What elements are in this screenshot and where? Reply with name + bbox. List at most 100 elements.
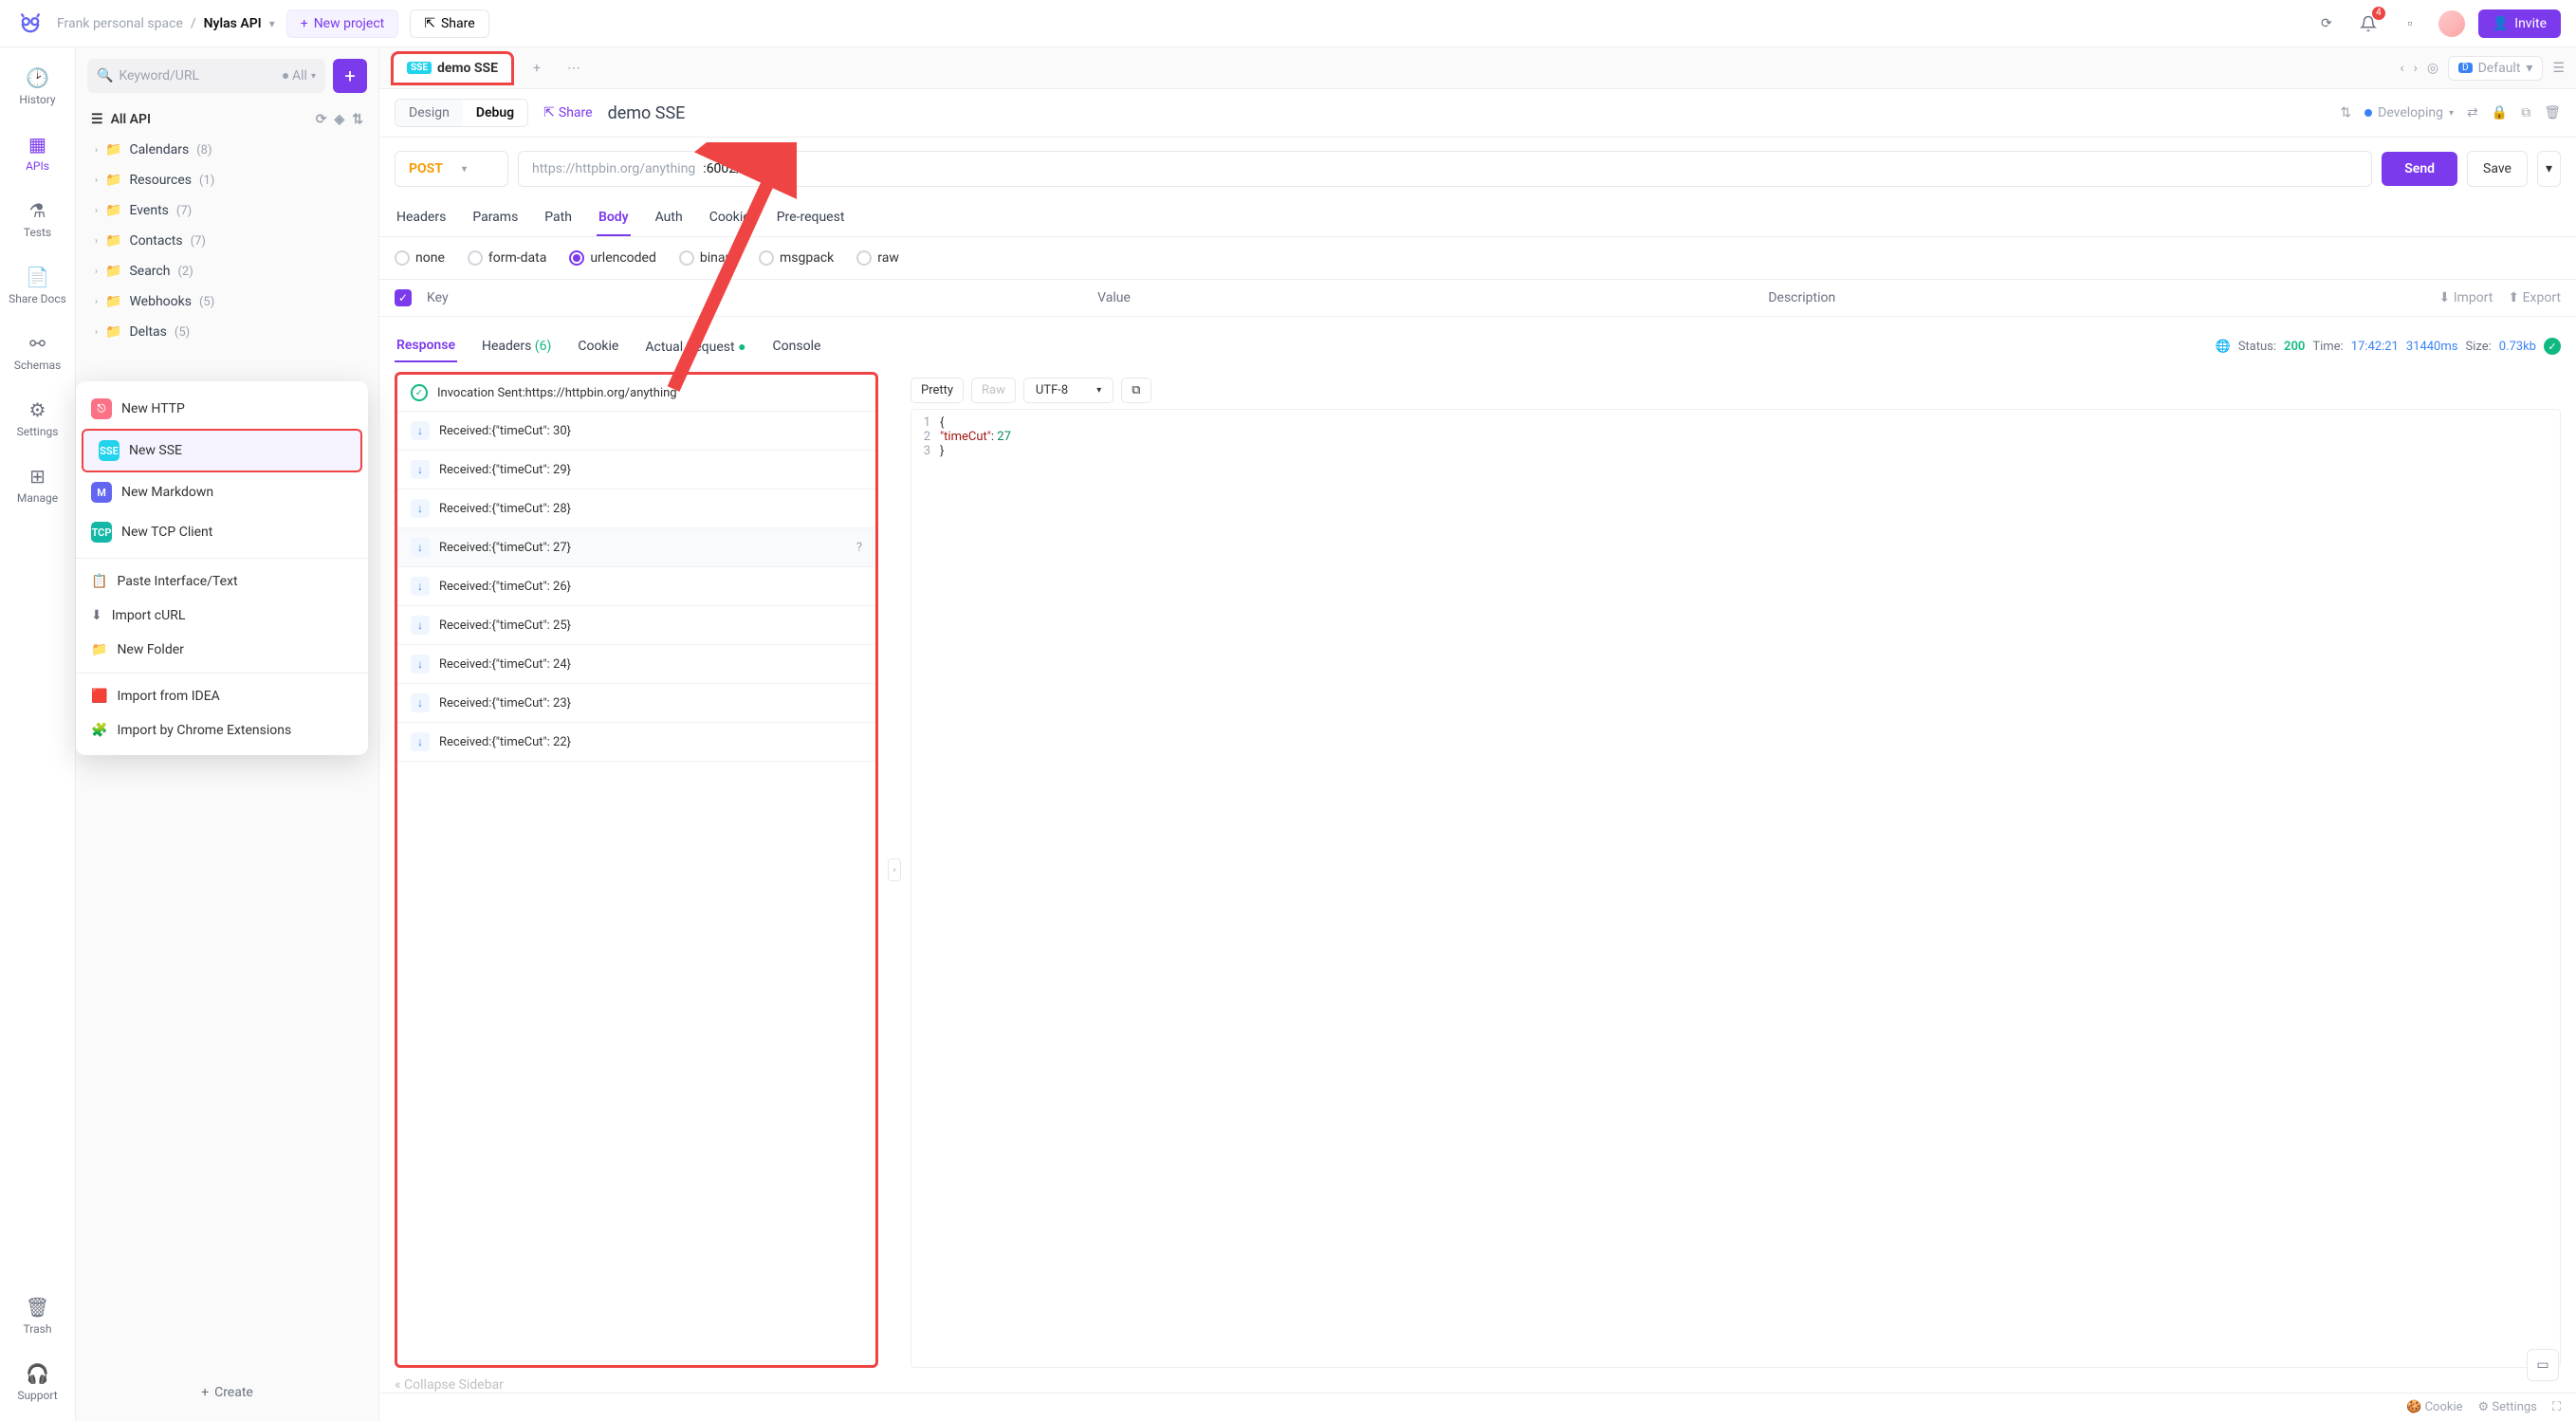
workspace-name[interactable]: Frank personal space	[57, 16, 183, 31]
resp-tab-headers[interactable]: Headers (6)	[480, 331, 553, 361]
req-tab-pre-request[interactable]: Pre-request	[775, 200, 847, 236]
target-icon[interactable]: ◈	[334, 112, 344, 127]
tree-item[interactable]: ›📁Calendars (8)	[83, 135, 371, 165]
target-icon[interactable]: ◎	[2427, 61, 2438, 76]
body-type-msgpack[interactable]: msgpack	[759, 250, 834, 266]
footer-cookie[interactable]: 🍪 Cookie	[2406, 1400, 2462, 1414]
resp-tab-cookie[interactable]: Cookie	[576, 331, 620, 361]
nav-support[interactable]: 🎧Support	[13, 1358, 61, 1406]
share-button[interactable]: ⇱ Share	[410, 9, 488, 38]
save-button[interactable]: Save	[2467, 151, 2528, 187]
menu-icon[interactable]: ☰	[2552, 61, 2565, 76]
req-tab-params[interactable]: Params	[470, 200, 520, 236]
layout-button[interactable]: ▭	[2527, 1349, 2559, 1381]
resp-tab-actual[interactable]: Actual Request ●	[643, 331, 747, 362]
create-button[interactable]: +Create	[87, 1375, 367, 1410]
more-tabs-icon[interactable]: ⋯	[560, 61, 588, 76]
import-button[interactable]: ⬇ Import	[2439, 290, 2493, 305]
menu-import-chrome[interactable]: 🧩Import by Chrome Extensions	[76, 713, 368, 747]
req-tab-body[interactable]: Body	[597, 200, 631, 236]
expand-icon[interactable]: ⛶	[2552, 1400, 2561, 1414]
nav-fwd-icon[interactable]: ›	[2414, 61, 2418, 76]
event-row[interactable]: ↓Received:{"timeCut": 27}?	[397, 528, 875, 567]
req-tab-path[interactable]: Path	[543, 200, 574, 236]
method-select[interactable]: POST ▾	[395, 151, 508, 187]
mode-debug[interactable]: Debug	[463, 100, 527, 126]
nav-schemas[interactable]: ⚯Schemas	[10, 328, 65, 376]
refresh-icon[interactable]: ⟳	[316, 112, 327, 127]
event-row[interactable]: ✓Invocation Sent:https://httpbin.org/any…	[397, 375, 875, 412]
nav-back-icon[interactable]: ‹	[2400, 61, 2403, 76]
share-link[interactable]: ⇱ Share	[543, 105, 592, 120]
nav-trash[interactable]: 🗑Trash	[20, 1292, 56, 1339]
trash-icon[interactable]: 🗑	[2544, 105, 2561, 120]
event-row[interactable]: ↓Received:{"timeCut": 28}	[397, 489, 875, 528]
collapse-sidebar[interactable]: « Collapse Sidebar	[379, 1377, 2576, 1393]
menu-paste[interactable]: 📋Paste Interface/Text	[76, 564, 368, 599]
nav-share-docs[interactable]: 📄Share Docs	[5, 262, 70, 309]
pretty-button[interactable]: Pretty	[911, 378, 964, 403]
event-row[interactable]: ↓Received:{"timeCut": 22}	[397, 723, 875, 762]
export-button[interactable]: ⬆ Export	[2508, 290, 2561, 305]
save-dropdown[interactable]: ▾	[2537, 151, 2561, 187]
lock-icon[interactable]: 🔒	[2492, 105, 2508, 120]
tab-demo-sse[interactable]: SSE demo SSE	[391, 51, 514, 85]
status-pill[interactable]: Developing▾	[2364, 105, 2454, 120]
event-row[interactable]: ↓Received:{"timeCut": 24}	[397, 645, 875, 684]
app-logo[interactable]	[15, 9, 46, 39]
archive-icon[interactable]: ▫	[2395, 9, 2425, 39]
menu-new-tcp[interactable]: TCPNew TCP Client	[76, 512, 368, 552]
refresh-icon[interactable]: ⟳	[2311, 9, 2342, 39]
nav-history[interactable]: 🕑History	[15, 63, 59, 110]
menu-import-curl[interactable]: ⬇Import cURL	[76, 599, 368, 633]
nav-tests[interactable]: ⚗Tests	[20, 195, 55, 243]
tree-item[interactable]: ›📁Search (2)	[83, 256, 371, 286]
event-row[interactable]: ↓Received:{"timeCut": 26}	[397, 567, 875, 606]
nav-manage[interactable]: ⊞Manage	[13, 461, 62, 508]
help-icon[interactable]: ?	[856, 541, 862, 555]
add-button[interactable]: +	[333, 59, 367, 93]
copy-icon[interactable]: ⧉	[1121, 378, 1150, 403]
nav-settings[interactable]: ⚙Settings	[13, 395, 63, 442]
nav-apis[interactable]: ▦APIs	[22, 129, 53, 176]
tree-item[interactable]: ›📁Contacts (7)	[83, 226, 371, 256]
event-row[interactable]: ↓Received:{"timeCut": 30}	[397, 412, 875, 451]
bell-icon[interactable]: 4	[2353, 9, 2383, 39]
resp-tab-response[interactable]: Response	[395, 330, 457, 362]
req-tab-cookie[interactable]: Cookie	[708, 200, 752, 236]
env-selector[interactable]: D Default ▾	[2448, 56, 2543, 81]
url-input[interactable]: https://httpbin.org/anything :6002/sse	[518, 151, 2372, 187]
avatar[interactable]	[2437, 9, 2467, 39]
footer-settings[interactable]: ⚙ Settings	[2478, 1400, 2537, 1414]
req-tab-auth[interactable]: Auth	[653, 200, 685, 236]
mode-design[interactable]: Design	[396, 100, 463, 126]
menu-import-idea[interactable]: 🟥Import from IDEA	[76, 679, 368, 713]
event-row[interactable]: ↓Received:{"timeCut": 25}	[397, 606, 875, 645]
settings-icon[interactable]: ⇄	[2467, 105, 2478, 120]
event-row[interactable]: ↓Received:{"timeCut": 29}	[397, 451, 875, 489]
json-viewer[interactable]: 1{2 "timeCut": 273}	[911, 409, 2561, 1368]
body-type-binary[interactable]: binary	[679, 250, 736, 266]
project-name[interactable]: Nylas API	[204, 16, 262, 31]
panel-divider[interactable]: ›	[888, 858, 901, 881]
menu-new-markdown[interactable]: MNew Markdown	[76, 472, 368, 512]
sort-icon[interactable]: ⇅	[2340, 105, 2351, 120]
add-tab-button[interactable]: +	[525, 61, 548, 76]
copy-icon[interactable]: ⧉	[2521, 105, 2530, 120]
raw-button[interactable]: Raw	[971, 378, 1016, 403]
all-api-header[interactable]: ☰ All API ⟳ ◈ ⇅	[76, 104, 378, 135]
body-type-raw[interactable]: raw	[856, 250, 899, 266]
tree-item[interactable]: ›📁Resources (1)	[83, 165, 371, 195]
req-tab-headers[interactable]: Headers	[395, 200, 448, 236]
body-type-urlencoded[interactable]: urlencoded	[569, 250, 656, 266]
chevron-down-icon[interactable]: ▾	[269, 17, 275, 30]
tree-item[interactable]: ›📁Events (7)	[83, 195, 371, 226]
new-project-button[interactable]: + New project	[286, 9, 399, 38]
body-type-none[interactable]: none	[395, 250, 445, 266]
menu-new-http[interactable]: ⎋New HTTP	[76, 389, 368, 429]
menu-new-folder[interactable]: 📁New Folder	[76, 633, 368, 667]
event-row[interactable]: ↓Received:{"timeCut": 23}	[397, 684, 875, 723]
send-button[interactable]: Send	[2382, 152, 2457, 186]
encoding-select[interactable]: UTF-8▾	[1023, 378, 1113, 403]
body-type-form-data[interactable]: form-data	[468, 250, 546, 266]
